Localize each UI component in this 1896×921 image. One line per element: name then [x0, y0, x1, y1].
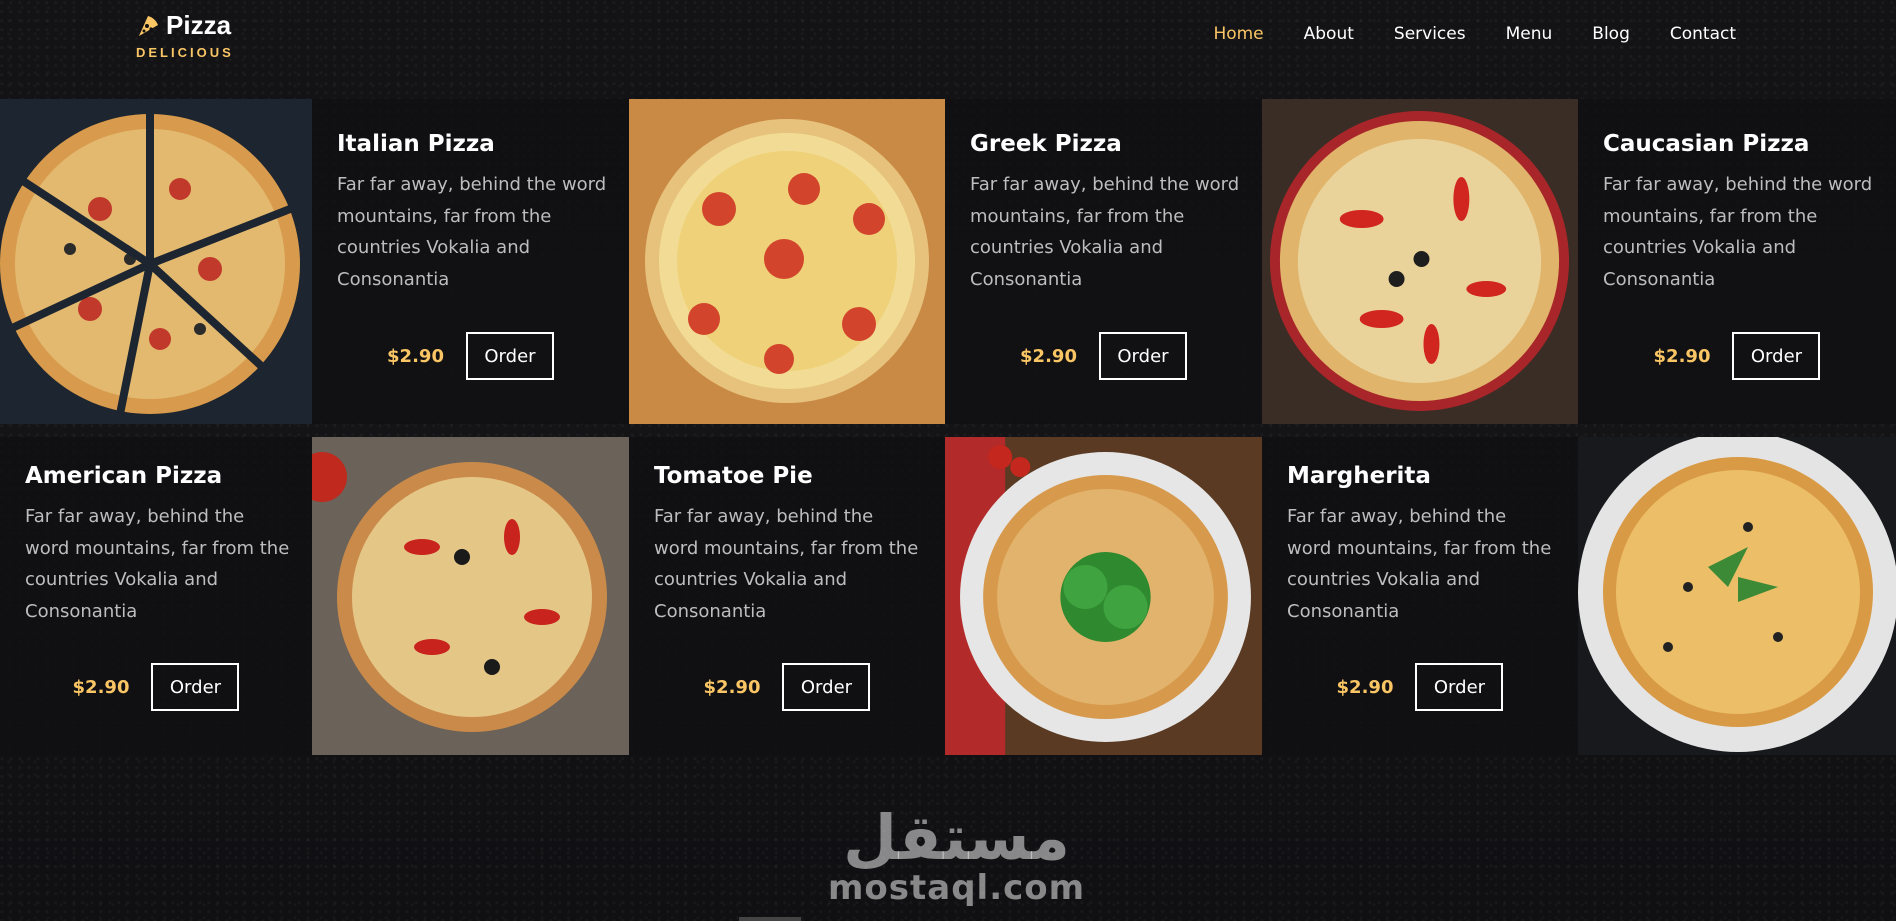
pizza-image-american[interactable] — [312, 437, 629, 755]
menu-item-price: $2.90 — [1653, 345, 1711, 367]
menu-item-greek: Greek Pizza Far far away, behind the wor… — [945, 99, 1262, 424]
order-button[interactable]: Order — [1732, 332, 1821, 380]
scroll-indicator — [739, 917, 801, 921]
brand-logo[interactable]: Pizza DELICIOUS — [136, 10, 234, 60]
menu-item-italian: Italian Pizza Far far away, behind the w… — [312, 99, 629, 424]
pizza-image-italian[interactable] — [0, 99, 312, 424]
menu-item-title: Caucasian Pizza — [1603, 131, 1810, 157]
menu-item-price: $2.90 — [703, 676, 761, 698]
menu-item-description: Far far away, behind the word mountains,… — [970, 174, 1240, 290]
pizza-image-caucasian[interactable] — [1262, 99, 1578, 424]
menu-item-title: Margherita — [1287, 463, 1431, 489]
nav-home[interactable]: Home — [1213, 24, 1263, 44]
menu-item-american: American Pizza Far far away, behind the … — [0, 437, 312, 755]
menu-item-tomatoe-pie: Tomatoe Pie Far far away, behind the wor… — [629, 437, 945, 755]
site-header: Pizza DELICIOUS Home About Services Menu… — [0, 0, 1896, 78]
order-button[interactable]: Order — [1415, 663, 1504, 711]
menu-item-description: Far far away, behind the word mountains,… — [1603, 174, 1873, 290]
menu-item-price: $2.90 — [72, 676, 130, 698]
menu-item-title: Italian Pizza — [337, 131, 495, 157]
order-button[interactable]: Order — [782, 663, 871, 711]
menu-item-description: Far far away, behind the word mountains,… — [654, 506, 919, 622]
nav-about[interactable]: About — [1304, 24, 1354, 44]
main-nav: Home About Services Menu Blog Contact — [1213, 24, 1736, 44]
menu-item-description: Far far away, behind the word mountains,… — [1287, 506, 1552, 622]
nav-blog[interactable]: Blog — [1592, 24, 1630, 44]
menu-item-margherita: Margherita Far far away, behind the word… — [1262, 437, 1578, 755]
nav-menu[interactable]: Menu — [1506, 24, 1553, 44]
pizza-image-tomatoe-pie[interactable] — [945, 437, 1262, 755]
order-button[interactable]: Order — [1098, 332, 1187, 380]
order-button[interactable]: Order — [465, 332, 554, 380]
menu-grid: Italian Pizza Far far away, behind the w… — [0, 99, 1896, 755]
watermark-arabic: مستقل — [843, 801, 1070, 874]
pizza-slice-icon — [139, 15, 158, 36]
brand-title: Pizza — [166, 10, 232, 40]
pizza-image-margherita[interactable] — [1578, 437, 1896, 755]
menu-item-caucasian: Caucasian Pizza Far far away, behind the… — [1578, 99, 1896, 424]
order-button[interactable]: Order — [151, 663, 240, 711]
nav-services[interactable]: Services — [1394, 24, 1466, 44]
brand-subtitle: DELICIOUS — [136, 45, 234, 60]
menu-item-title: Greek Pizza — [970, 131, 1122, 157]
menu-item-price: $2.90 — [1336, 676, 1394, 698]
menu-item-title: American Pizza — [25, 463, 223, 489]
menu-item-title: Tomatoe Pie — [654, 463, 813, 489]
menu-item-description: Far far away, behind the word mountains,… — [25, 506, 290, 622]
menu-item-description: Far far away, behind the word mountains,… — [337, 174, 607, 290]
nav-contact[interactable]: Contact — [1670, 24, 1736, 44]
menu-item-price: $2.90 — [387, 345, 444, 367]
watermark-latin: mostaql.com — [828, 868, 1086, 908]
watermark: مستقل mostaql.com — [828, 801, 1086, 909]
pizza-image-greek[interactable] — [629, 99, 945, 424]
menu-item-price: $2.90 — [1020, 345, 1077, 367]
